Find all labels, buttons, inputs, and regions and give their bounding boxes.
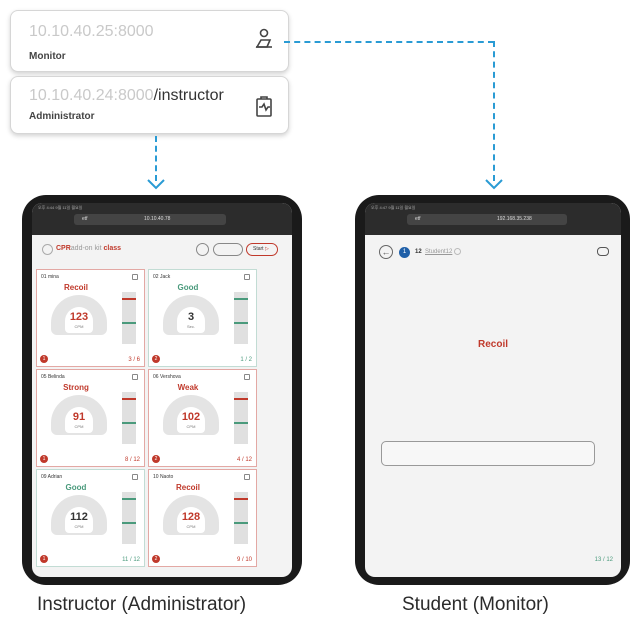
feedback-message: Recoil <box>477 339 508 350</box>
student-name: 10 Naoto <box>153 474 174 480</box>
depth-bar <box>234 292 248 344</box>
device-icon <box>597 247 609 256</box>
progress-count: 13 / 12 <box>594 557 613 563</box>
start-button[interactable]: Start ▷ <box>246 243 278 256</box>
rate-value: 123 <box>69 311 89 323</box>
cycle-count: 4 / 12 <box>236 457 252 463</box>
student-tile[interactable]: 10 Naoto Recoil 128 CPM 2 9 / 10 <box>148 469 257 567</box>
depth-bar <box>122 392 136 444</box>
rate-unit: CPM <box>74 324 84 329</box>
app-header: CPRadd-on kit class Start ▷ <box>32 235 292 265</box>
status-bar: 오후 4:47 9월 11일 월요일 <box>371 205 416 210</box>
monitor-address: 10.10.40.25:8000 <box>29 23 154 40</box>
arrow-down-icon <box>485 179 503 190</box>
rate-unit: CPM <box>74 524 84 529</box>
rate-value: 128 <box>181 511 201 523</box>
student-number: 12 <box>415 249 422 255</box>
rate-value: 102 <box>181 411 201 423</box>
student-name: Student12 <box>425 249 453 255</box>
rate-value: 3 <box>187 311 195 323</box>
monitor-role-label: Monitor <box>29 51 66 62</box>
settings-icon[interactable] <box>196 243 209 256</box>
cycle-count: 11 / 12 <box>122 557 140 563</box>
student-name: 06 Vershova <box>153 374 181 380</box>
depth-bar <box>122 292 136 344</box>
cycle-count: 9 / 10 <box>236 557 252 563</box>
compression-state: Strong <box>63 383 89 392</box>
student-tablet: 오후 4:47 9월 11일 월요일 etf 192.168.35.238 ← … <box>355 195 630 585</box>
compression-state: Good <box>177 283 199 292</box>
clipboard-pulse-icon <box>256 96 272 117</box>
rate-unit: CPM <box>74 424 84 429</box>
arrow-down-icon <box>147 179 165 190</box>
cycle-count: 3 / 6 <box>128 357 140 363</box>
group-badge: 1 <box>40 355 48 363</box>
student-name: 09 Adrian <box>41 474 63 480</box>
admin-address-card[interactable]: 10.10.40.24:8000/instructor Administrato… <box>10 76 289 134</box>
group-badge: 2 <box>152 355 160 363</box>
student-screen: 오후 4:47 9월 11일 월요일 etf 192.168.35.238 ← … <box>365 203 621 577</box>
cycle-count: 8 / 12 <box>124 457 140 463</box>
depth-bar <box>122 492 136 544</box>
connector-line-right-vertical <box>493 41 495 181</box>
device-status-icon <box>244 474 250 480</box>
home-icon[interactable] <box>42 244 53 255</box>
monitor-address-card[interactable]: 10.10.40.25:8000 Monitor <box>10 10 289 72</box>
device-status-icon <box>244 374 250 380</box>
student-tile[interactable]: 09 Adrian Good 112 CPM 1 11 / 12 <box>36 469 145 567</box>
url-text: 192.168.35.238 <box>497 216 532 222</box>
student-tile[interactable]: 02 Jack Good 3 Sec. 2 1 / 2 <box>148 269 257 367</box>
group-badge: 1 <box>40 555 48 563</box>
url-text: 10.10.40.78 <box>144 216 171 222</box>
rate-unit: Sec. <box>186 324 195 329</box>
rate-unit: CPM <box>186 424 196 429</box>
cycle-count: 1 / 2 <box>240 357 252 363</box>
device-status-icon <box>132 374 138 380</box>
depth-bar <box>234 492 248 544</box>
student-tile[interactable]: 01 mina Recoil 123 CPM 1 3 / 6 <box>36 269 145 367</box>
admin-path: /instructor <box>153 87 224 104</box>
person-desk-icon <box>255 28 272 48</box>
device-status-icon <box>132 474 138 480</box>
rate-unit: CPM <box>186 524 196 529</box>
instructor-caption: Instructor (Administrator) <box>37 594 247 615</box>
connector-line-left-vertical <box>155 136 157 181</box>
group-badge: 1 <box>40 455 48 463</box>
step-badge: 1 <box>399 247 410 258</box>
student-name: 02 Jack <box>153 274 171 280</box>
group-badge: 2 <box>152 555 160 563</box>
instructor-screen: 오후 4:44 9월 11일 월요일 etf 10.10.40.78 CPRad… <box>32 203 292 577</box>
url-tab: etf <box>415 216 421 222</box>
connector-line-horizontal <box>284 41 494 43</box>
browser-toolbar: 오후 4:47 9월 11일 월요일 etf 192.168.35.238 <box>365 203 621 235</box>
url-bar[interactable]: etf 192.168.35.238 <box>407 214 567 225</box>
admin-role-label: Administrator <box>29 111 95 122</box>
brand-name: CPRadd-on kit class <box>56 245 122 252</box>
browser-toolbar: 오후 4:44 9월 11일 월요일 etf 10.10.40.78 <box>32 203 292 235</box>
student-tile[interactable]: 05 Belinda Strong 91 CPM 1 8 / 12 <box>36 369 145 467</box>
student-name: 05 Belinda <box>41 374 65 380</box>
back-button[interactable]: ← <box>379 245 393 259</box>
compression-state: Recoil <box>63 283 88 292</box>
status-bar: 오후 4:44 9월 11일 월요일 <box>38 205 83 210</box>
student-caption: Student (Monitor) <box>402 594 549 615</box>
edit-icon[interactable] <box>454 248 461 255</box>
device-status-icon <box>132 274 138 280</box>
url-bar[interactable]: etf 10.10.40.78 <box>74 214 226 225</box>
group-badge: 2 <box>152 455 160 463</box>
student-name: 01 mina <box>41 274 59 280</box>
student-tile[interactable]: 06 Vershova Weak 102 CPM 2 4 / 12 <box>148 369 257 467</box>
admin-address: 10.10.40.24:8000/instructor <box>29 87 224 104</box>
instructor-tablet: 오후 4:44 9월 11일 월요일 etf 10.10.40.78 CPRad… <box>22 195 302 585</box>
compression-state: Weak <box>177 383 199 392</box>
device-toggle-button[interactable] <box>213 243 243 256</box>
feedback-input-box[interactable] <box>381 441 595 466</box>
rate-value: 112 <box>70 511 88 523</box>
compression-state: Recoil <box>175 483 200 492</box>
url-tab: etf <box>82 216 88 222</box>
compression-state: Good <box>65 483 87 492</box>
depth-bar <box>234 392 248 444</box>
device-status-icon <box>244 274 250 280</box>
rate-value: 91 <box>72 411 86 423</box>
